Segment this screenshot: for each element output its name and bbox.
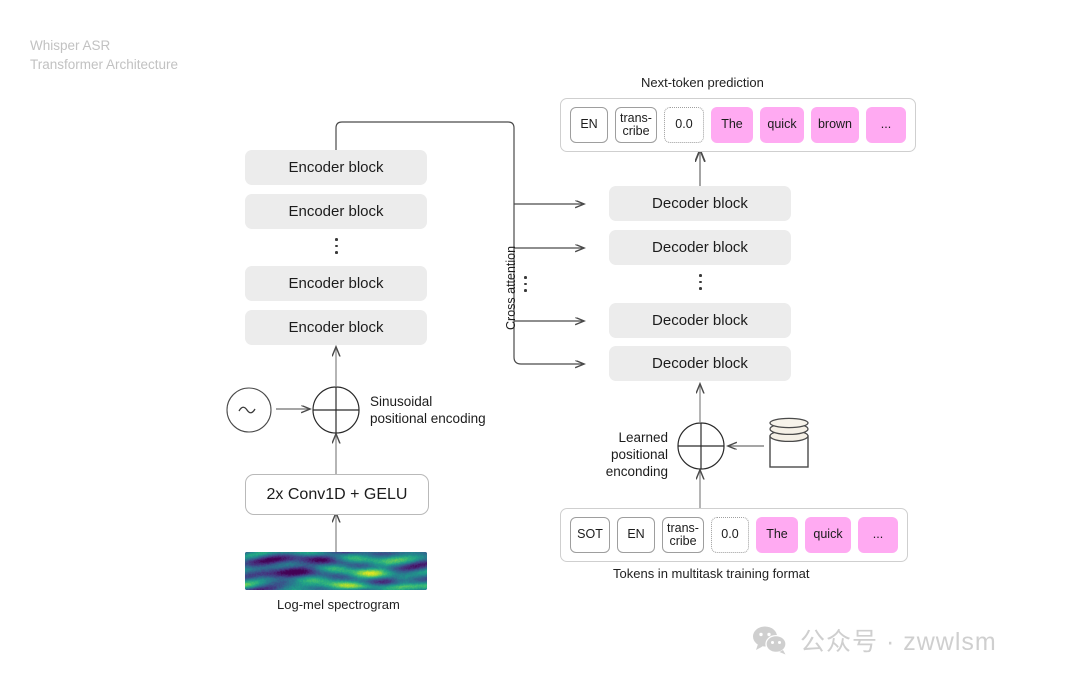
- decoder-block-label: Decoder block: [652, 195, 748, 212]
- encoder-block-label: Encoder block: [288, 203, 384, 220]
- decoder-add-circle-icon: [677, 422, 725, 470]
- token-4: The: [711, 107, 753, 143]
- log-mel-spectrogram-image: [245, 552, 427, 590]
- decoder-ellipsis: [699, 274, 702, 290]
- token-2: trans- cribe: [615, 107, 657, 143]
- next-token-prediction-label: Next-token prediction: [641, 75, 764, 90]
- encoder-block-2[interactable]: Encoder block: [245, 194, 427, 229]
- output-token-strip: EN trans- cribe 0.0 The quick brown...: [560, 98, 916, 152]
- encoder-add-circle-icon: [312, 386, 360, 434]
- conv1d-gelu-label: 2x Conv1D + GELU: [266, 485, 408, 503]
- sinusoidal-positional-encoding-label: Sinusoidal positional encoding: [370, 394, 486, 426]
- token-6: quick: [805, 517, 851, 553]
- wechat-icon: [753, 626, 787, 655]
- decoder-block-3[interactable]: Decoder block: [609, 303, 791, 338]
- database-icon: [769, 417, 809, 468]
- token-5: quick: [760, 107, 804, 143]
- connector-lines: [276, 121, 764, 552]
- decoder-block-1[interactable]: Decoder block: [609, 186, 791, 221]
- encoder-block-label: Encoder block: [288, 159, 384, 176]
- log-mel-spectrogram-label: Log-mel spectrogram: [277, 597, 400, 612]
- token-1: EN: [570, 107, 608, 143]
- sine-wave-circle-icon: [226, 387, 272, 433]
- token-6: brown: [811, 107, 859, 143]
- token-3: 0.0: [664, 107, 704, 143]
- token-1: SOT: [570, 517, 610, 553]
- cross-attention-label: Cross attention: [504, 245, 518, 330]
- encoder-ellipsis: [335, 238, 338, 254]
- tokens-caption: Tokens in multitask training format: [613, 566, 810, 581]
- decoder-block-label: Decoder block: [652, 239, 748, 256]
- decoder-block-2[interactable]: Decoder block: [609, 230, 791, 265]
- decoder-block-4[interactable]: Decoder block: [609, 346, 791, 381]
- token-2: EN: [617, 517, 655, 553]
- token-5: The: [756, 517, 798, 553]
- encoder-block-4[interactable]: Encoder block: [245, 310, 427, 345]
- conv1d-gelu-block[interactable]: 2x Conv1D + GELU: [245, 474, 429, 515]
- token-4: 0.0: [711, 517, 749, 553]
- encoder-block-1[interactable]: Encoder block: [245, 150, 427, 185]
- encoder-block-3[interactable]: Encoder block: [245, 266, 427, 301]
- encoder-block-label: Encoder block: [288, 319, 384, 336]
- input-token-strip: SOT EN trans- cribe 0.0 The quick...: [560, 508, 908, 562]
- watermark-text: 公众号 · zwwlsm: [800, 628, 997, 656]
- token-7: ...: [858, 517, 898, 553]
- watermark: 公众号 · zwwlsm: [752, 622, 997, 658]
- encoder-block-label: Encoder block: [288, 275, 384, 292]
- token-7: ...: [866, 107, 906, 143]
- learned-positional-encoding-label: Learned positional enconding: [605, 430, 668, 479]
- cross-attention-ellipsis: [524, 276, 527, 292]
- decoder-block-label: Decoder block: [652, 355, 748, 372]
- decoder-block-label: Decoder block: [652, 312, 748, 329]
- token-3: trans- cribe: [662, 517, 704, 553]
